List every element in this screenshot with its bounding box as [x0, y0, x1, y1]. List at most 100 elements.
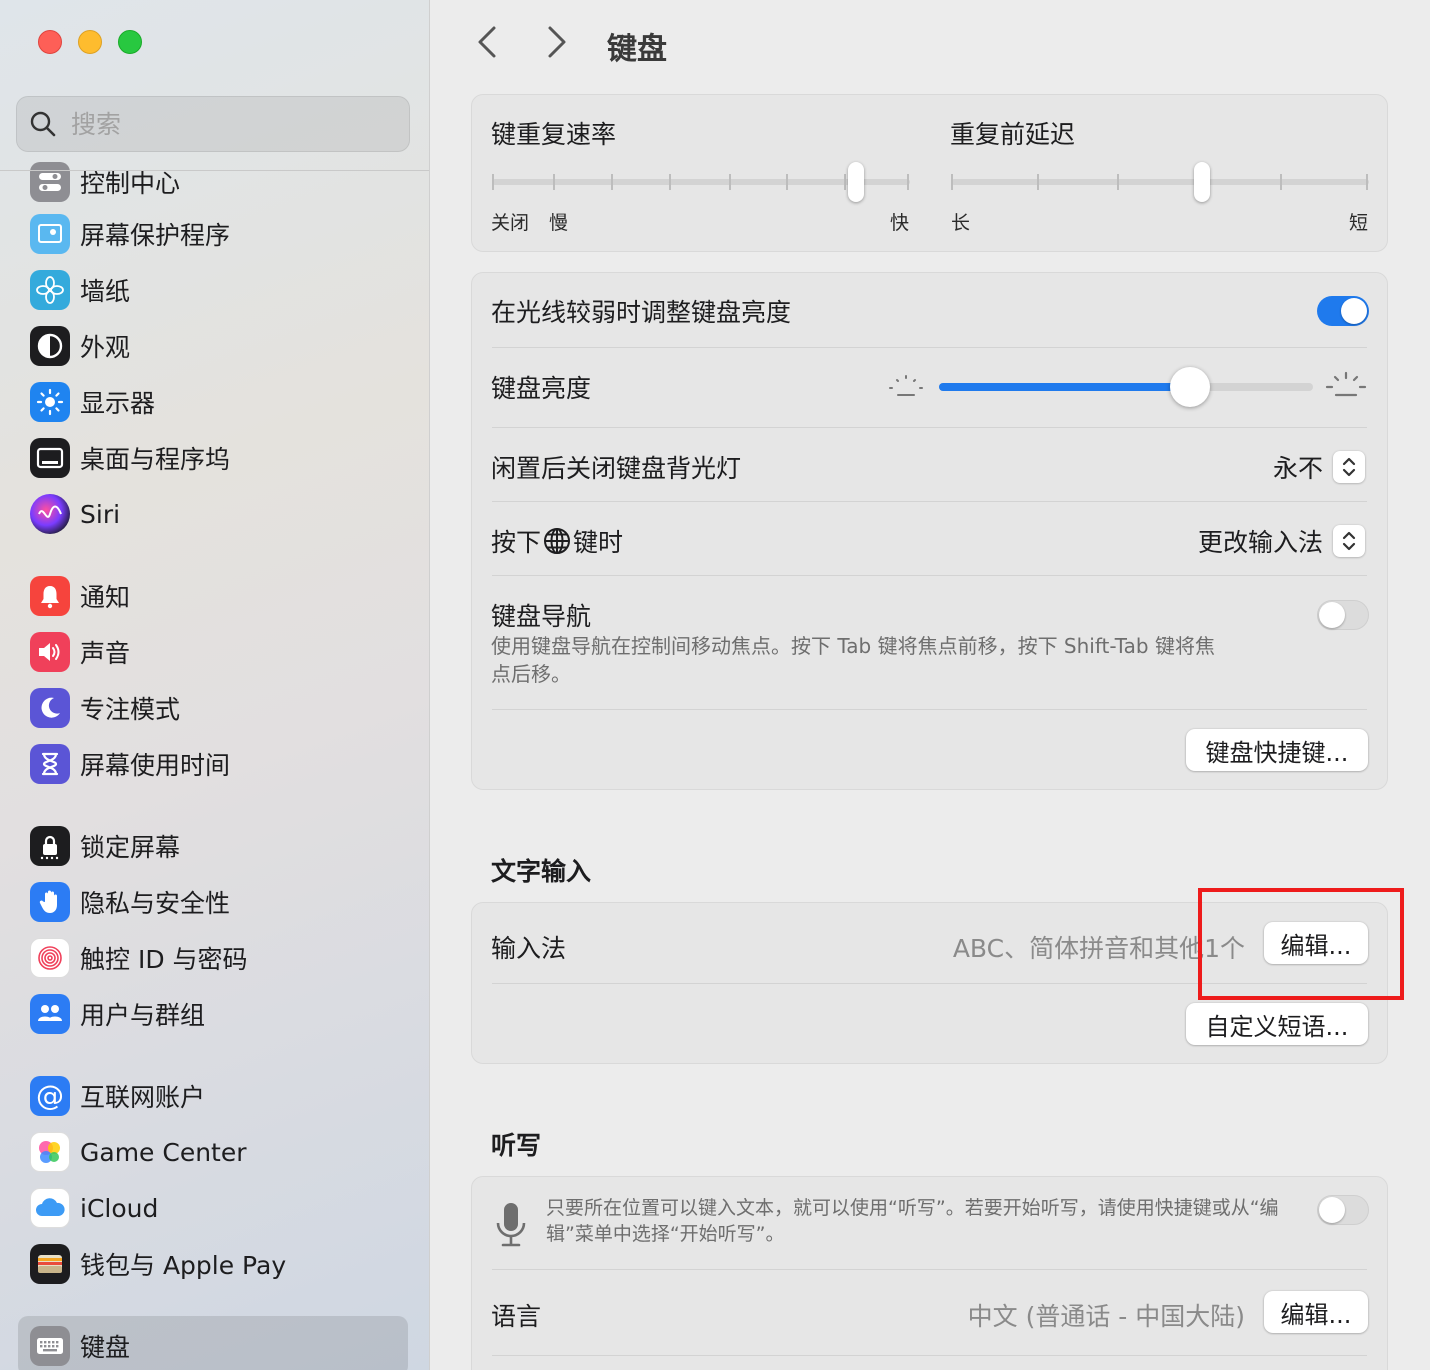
sidebar-item-wallpaper[interactable]: 墙纸	[18, 264, 408, 316]
sidebar-item-screen-saver[interactable]: 屏幕保护程序	[18, 208, 408, 260]
close-window-button[interactable]	[38, 30, 62, 54]
sidebar-item-siri[interactable]: Siri	[18, 488, 408, 540]
sidebar-item-touch-id[interactable]: 触控 ID 与密码	[18, 932, 408, 984]
dictation-language-label: 语言	[491, 1302, 542, 1331]
game-center-icon	[30, 1132, 70, 1172]
sidebar-item-keyboard[interactable]: 键盘	[18, 1316, 408, 1370]
page-title: 键盘	[607, 32, 667, 67]
sidebar-item-label: 钱包与 Apple Pay	[80, 1251, 287, 1280]
backlight-off-value: 永不	[1272, 454, 1323, 483]
repeat-delay-knob[interactable]	[1193, 162, 1210, 202]
privacy-hand-icon	[30, 882, 70, 922]
search-field[interactable]	[16, 96, 410, 152]
keyboard-navigation-toggle[interactable]	[1317, 600, 1369, 630]
wallpaper-icon	[30, 270, 70, 310]
backlight-off-label: 闲置后关闭键盘背光灯	[491, 454, 742, 483]
dictation-section-title: 听写	[491, 1131, 542, 1160]
repeat-rate-slider[interactable]	[492, 162, 910, 202]
users-groups-icon	[30, 994, 70, 1034]
sidebar-item-icloud[interactable]: iCloud	[18, 1182, 408, 1234]
sidebar-item-desktop-dock[interactable]: 桌面与程序坞	[18, 432, 408, 484]
wallet-icon	[30, 1244, 70, 1284]
zoom-window-button[interactable]	[118, 30, 142, 54]
auto-brightness-label: 在光线较弱时调整键盘亮度	[491, 298, 792, 327]
popup-stepper-icon	[1333, 525, 1365, 557]
brightness-slider-fill	[939, 383, 1190, 391]
sidebar-item-label: 用户与群组	[80, 1001, 206, 1030]
brightness-slider-knob[interactable]	[1169, 367, 1210, 407]
sidebar-search-divider	[0, 170, 429, 171]
slider-tick	[844, 174, 846, 190]
sidebar-item-label: 屏幕保护程序	[80, 221, 231, 250]
sidebar-item-game-center[interactable]: Game Center	[18, 1126, 408, 1178]
sidebar-item-screen-time[interactable]: 屏幕使用时间	[18, 738, 408, 790]
auto-brightness-toggle[interactable]	[1317, 296, 1369, 326]
text-replacements-button[interactable]: 自定义短语...	[1186, 1003, 1368, 1045]
repeat-delay-slider[interactable]	[951, 162, 1369, 202]
globe-key-popup[interactable]: 更改输入法	[1198, 523, 1365, 559]
slider-tick	[907, 174, 909, 190]
microphone-icon	[496, 1203, 526, 1247]
slider-tick	[1280, 174, 1282, 190]
backlight-off-popup[interactable]: 永不	[1273, 449, 1365, 485]
chevron-right-icon	[548, 26, 566, 58]
sidebar-item-users-groups[interactable]: 用户与群组	[18, 988, 408, 1040]
forward-button[interactable]	[537, 22, 577, 62]
keyboard-settings-card: 在光线较弱时调整键盘亮度 键盘亮度 闲置后关闭键盘背光灯 永不 按下 键时 更改…	[471, 272, 1388, 790]
globe-icon	[544, 528, 571, 554]
sidebar-item-label: 专注模式	[80, 695, 181, 724]
focus-icon	[30, 688, 70, 728]
sound-icon	[30, 632, 70, 672]
sidebar-item-notifications[interactable]: 通知	[18, 570, 408, 622]
brightness-slider[interactable]	[939, 367, 1313, 407]
sidebar-item-label: iCloud	[80, 1193, 159, 1223]
slider-tick	[1117, 174, 1119, 190]
row-divider	[492, 427, 1367, 428]
icloud-icon	[30, 1188, 70, 1228]
sidebar-item-label: 触控 ID 与密码	[80, 945, 248, 974]
screen-time-icon	[30, 744, 70, 784]
slider-tick	[669, 174, 671, 190]
main-content: 键盘 键重复速率 关闭 慢 快 重复前延迟 长 短 在光线较弱时调整键盘亮度 键…	[431, 0, 1430, 1370]
slider-tick	[611, 174, 613, 190]
sidebar-item-label: 桌面与程序坞	[80, 445, 231, 474]
sidebar-item-sound[interactable]: 声音	[18, 626, 408, 678]
repeat-delay-short-label: 短	[1349, 212, 1369, 234]
sidebar-item-privacy[interactable]: 隐私与安全性	[18, 876, 408, 928]
control-center-icon	[30, 162, 70, 202]
dictation-toggle[interactable]	[1317, 1195, 1369, 1225]
touch-id-icon	[30, 938, 70, 978]
sidebar-item-label: 键盘	[80, 1333, 131, 1362]
sidebar-item-appearance[interactable]: 外观	[18, 320, 408, 372]
screen-saver-icon	[30, 214, 70, 254]
sidebar-item-internet-accounts[interactable]: @ 互联网账户	[18, 1070, 408, 1122]
sidebar-item-control-center[interactable]: 控制中心	[18, 156, 408, 208]
sidebar-item-focus[interactable]: 专注模式	[18, 682, 408, 734]
dictation-description: 只要所在位置可以键入文本，就可以使用“听写”。若要开始听写，请使用快捷键或从“编…	[546, 1197, 1279, 1245]
repeat-rate-knob[interactable]	[847, 162, 864, 202]
display-icon	[30, 382, 70, 422]
slider-tick	[1366, 174, 1368, 190]
window-controls	[38, 30, 142, 54]
keyboard-navigation-description: 使用键盘导航在控制间移动焦点。按下 Tab 键将焦点前移，按下 Shift-Ta…	[491, 634, 1215, 686]
row-divider	[492, 709, 1367, 710]
row-divider	[492, 1355, 1367, 1356]
search-input[interactable]	[71, 109, 371, 139]
slider-tick	[1037, 174, 1039, 190]
sidebar-item-displays[interactable]: 显示器	[18, 376, 408, 428]
back-button[interactable]	[467, 22, 507, 62]
dictation-card: 只要所在位置可以键入文本，就可以使用“听写”。若要开始听写，请使用快捷键或从“编…	[471, 1176, 1388, 1370]
globe-key-label-before: 按下	[491, 528, 542, 557]
keyboard-shortcuts-button[interactable]: 键盘快捷键...	[1186, 729, 1368, 771]
slider-tick	[553, 174, 555, 190]
repeat-rate-slow-label: 慢	[549, 212, 569, 234]
highlight-box	[1198, 888, 1404, 1000]
sidebar-item-lock-screen[interactable]: 锁定屏幕	[18, 820, 408, 872]
appearance-icon	[30, 326, 70, 366]
desktop-dock-icon	[30, 438, 70, 478]
dictation-language-edit-button[interactable]: 编辑...	[1264, 1291, 1368, 1333]
repeat-delay-long-label: 长	[951, 212, 971, 234]
sidebar-item-wallet[interactable]: 钱包与 Apple Pay	[18, 1238, 408, 1290]
minimize-window-button[interactable]	[78, 30, 102, 54]
keyboard-navigation-label: 键盘导航	[491, 602, 592, 631]
